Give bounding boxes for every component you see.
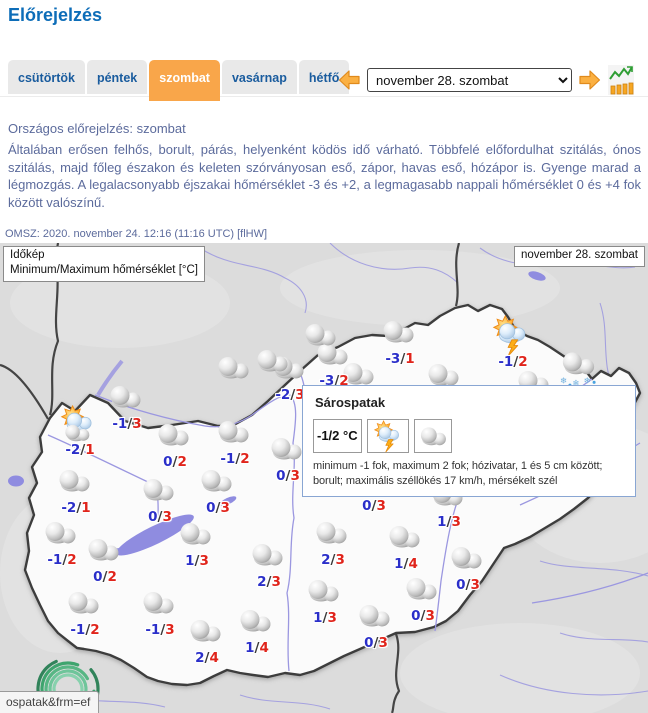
station-temp-label[interactable]: 0/3 — [411, 608, 435, 624]
cloud-icon — [42, 521, 78, 546]
tooltip-city-name: Sárospatak — [315, 395, 625, 410]
tab-péntek[interactable]: péntek — [87, 60, 147, 94]
station-temp-label[interactable]: 1/4 — [245, 640, 269, 656]
station-temp-label[interactable]: -3/1 — [385, 351, 414, 367]
cloud-icon — [305, 579, 341, 604]
tooltip-temp-value: -1/2 °C — [317, 429, 358, 443]
station-temp-label[interactable]: 0/3 — [362, 498, 386, 514]
forecast-body-text: Általában erősen felhős, borult, párás, … — [8, 141, 641, 211]
cloud-icon — [313, 521, 349, 546]
cloud-icon — [386, 525, 422, 550]
station-temp-label[interactable]: 1/3 — [185, 553, 209, 569]
prev-day-arrow-icon[interactable] — [338, 69, 360, 91]
cloud-icon — [215, 356, 251, 381]
cloud-icon — [85, 538, 121, 563]
station-temp-label[interactable]: 0/2 — [93, 569, 117, 585]
cloud-icon — [177, 522, 213, 547]
station-temp-label[interactable]: 0/3 — [206, 500, 230, 516]
forecast-issued-timestamp: OMSZ: 2020. november 24. 12:16 (11:16 UT… — [5, 228, 267, 240]
map-legend-box: Időkép Minimum/Maximum hőmérséklet [°C] — [3, 246, 205, 282]
station-temp-label[interactable]: 1/3 — [313, 610, 337, 626]
station-temp-label[interactable]: -2/3 — [275, 387, 304, 403]
station-temp-label[interactable]: -2/1 — [61, 500, 90, 516]
station-temp-label[interactable]: -1/2 — [47, 552, 76, 568]
station-temp-label[interactable]: -1/2 — [70, 622, 99, 638]
station-temp-label[interactable]: 0/3 — [364, 635, 388, 651]
station-temp-label[interactable]: 0/3 — [456, 577, 480, 593]
status-bar-url: ospatak&frm=ef — [0, 691, 99, 713]
station-temp-label[interactable]: 1/3 — [437, 514, 461, 530]
tab-csütörtök[interactable]: csütörtök — [8, 60, 85, 94]
date-navigation: november 28. szombat — [338, 64, 634, 96]
day-tabs: csütörtökpéntekszombatvasárnaphétfő — [8, 60, 349, 101]
station-temp-label[interactable]: 0/2 — [163, 454, 187, 470]
station-temp-label[interactable]: 2/3 — [321, 552, 345, 568]
map-date-label: november 28. szombat — [514, 246, 645, 267]
station-temp-label[interactable]: -1/2 — [220, 451, 249, 467]
cloud-icon — [140, 591, 176, 616]
station-temp-label[interactable]: 2/4 — [195, 650, 219, 666]
cloud-icon — [215, 420, 251, 445]
station-temp-label[interactable]: 1/4 — [394, 556, 418, 572]
weather-map[interactable]: -3/1 -1/2 -3/2 -2/3 -1/3 -2/1 0/2 -1/2 0… — [0, 243, 648, 713]
weather-tooltip: Sárospatak -1/2 °C minimum -1 fok, maxim… — [302, 385, 636, 497]
station-temp-label[interactable]: 0/3 — [276, 468, 300, 484]
cloud-icon — [140, 478, 176, 503]
sun-cloud-lightning-icon — [489, 315, 533, 357]
forecast-page: Előrejelzés csütörtökpéntekszombatvasárn… — [0, 0, 648, 713]
cloud-icon — [187, 619, 223, 644]
cloud-icon — [249, 543, 285, 568]
cloud-icon — [237, 609, 273, 634]
tooltip-description: minimum -1 fok, maximum 2 fok; hózivatar… — [313, 459, 625, 489]
cloud-icon — [56, 469, 92, 494]
station-temp-label[interactable]: -1/3 — [112, 416, 141, 432]
cloud-icon — [268, 437, 304, 462]
tab-szombat[interactable]: szombat — [149, 60, 220, 101]
map-legend-title: Időkép — [10, 248, 198, 263]
cloud-icon — [425, 363, 461, 388]
station-temp-label[interactable]: 0/3 — [148, 509, 172, 525]
svg-text:❄: ❄ — [584, 375, 591, 385]
cloud-icon — [302, 323, 338, 348]
cloud-icon — [414, 419, 452, 453]
station-temp-label[interactable]: -1/2 — [498, 354, 527, 370]
forecast-heading: Országos előrejelzés: szombat — [8, 121, 186, 136]
cloud-icon — [448, 546, 484, 571]
cloud-icon — [155, 423, 191, 448]
date-select[interactable]: november 28. szombat — [367, 68, 572, 92]
station-temp-label[interactable]: -2/1 — [65, 442, 94, 458]
cloud-icon — [356, 604, 392, 629]
snow-cloud-icon: ❄ ❄ ❄ — [557, 352, 599, 388]
station-temp-label[interactable]: -1/3 — [145, 622, 174, 638]
station-temp-label[interactable]: 2/3 — [257, 574, 281, 590]
cloud-icon — [403, 577, 439, 602]
cloud-icon — [65, 591, 101, 616]
tab-vasárnap[interactable]: vasárnap — [222, 60, 297, 94]
cloud-icon — [107, 385, 143, 410]
cloud-icon — [380, 320, 416, 345]
meteogram-chart-icon[interactable] — [608, 65, 634, 95]
cloud-icon — [254, 349, 290, 374]
tooltip-icon-row: -1/2 °C — [313, 419, 625, 453]
svg-text:❄: ❄ — [560, 375, 567, 385]
sun-cloud-icon — [57, 405, 99, 443]
next-day-arrow-icon[interactable] — [579, 69, 601, 91]
map-legend-subtitle: Minimum/Maximum hőmérséklet [°C] — [10, 263, 198, 278]
sun-cloud-lightning-icon — [367, 419, 409, 453]
page-title: Előrejelzés — [8, 5, 102, 26]
cloud-icon — [198, 469, 234, 494]
